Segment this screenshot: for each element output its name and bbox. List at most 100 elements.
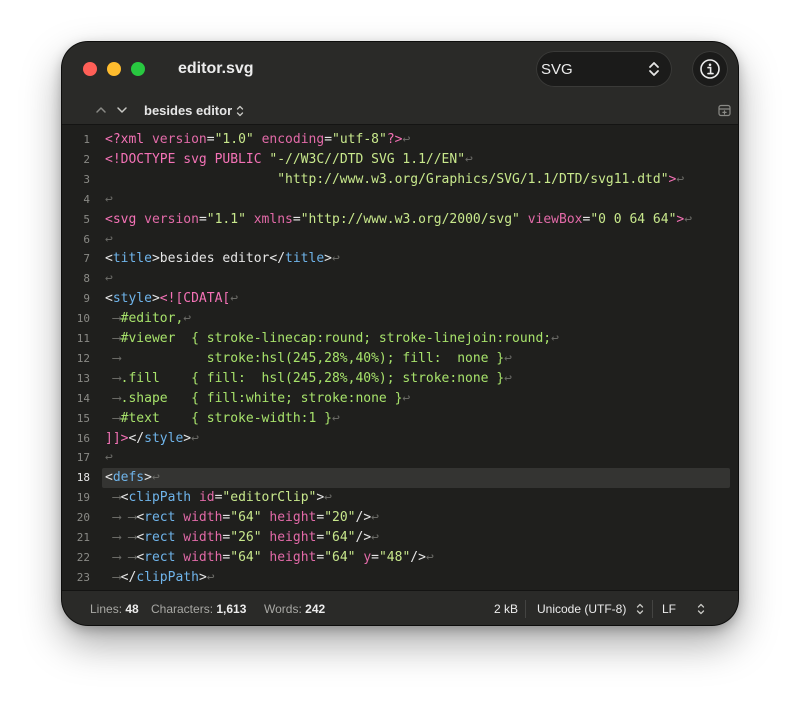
character-count: Characters: 1,613 [151, 602, 247, 616]
code-text: ⟶.shape { fill:white; stroke:none }↩ [105, 391, 410, 406]
code-editor[interactable]: 1 <?xml version="1.0" encoding="utf-8"?>↩… [62, 125, 738, 590]
code-text: ⟶#editor,↩ [105, 311, 191, 326]
code-token: height [269, 530, 317, 545]
code-token: title [112, 251, 152, 267]
code-line[interactable]: 16]]></style>↩ [62, 430, 738, 450]
encoding-select[interactable]: Unicode (UTF-8) [537, 602, 626, 616]
code-token: ↩ [332, 251, 340, 267]
line-number: 9 [83, 292, 90, 306]
split-editor-icon[interactable] [718, 104, 731, 117]
line-count: Lines: 48 [90, 602, 139, 616]
outline-updown-icon[interactable] [236, 104, 244, 118]
code-token: xmlns [253, 211, 293, 227]
syntax-style-select[interactable]: SVG [536, 51, 672, 87]
inspector-button[interactable] [692, 51, 728, 87]
code-line[interactable]: 23 ⟶</clipPath>↩ [62, 569, 738, 589]
line-ending-select[interactable]: LF [662, 602, 676, 616]
code-token: </ [128, 430, 145, 446]
code-token: width [183, 510, 223, 526]
code-token: id [198, 490, 215, 506]
code-token: = [292, 211, 301, 227]
code-line[interactable]: 10 ⟶#editor,↩ [62, 310, 738, 330]
code-token: ⟶ ⟶ [105, 530, 137, 545]
close-window-button[interactable] [83, 62, 97, 76]
code-line[interactable]: 5 <svg version="1.1" xmlns="http://www.w3… [62, 211, 738, 231]
code-text: <!DOCTYPE svg PUBLIC "-//W3C//DTD SVG 1.… [105, 152, 473, 167]
code-text: ⟶ ⟶<rect width="64" height="20"/>↩ [105, 510, 379, 525]
code-token: = [316, 510, 325, 526]
code-line[interactable]: 8 ↩ [62, 270, 738, 290]
line-number: 7 [83, 252, 90, 266]
minimize-window-button[interactable] [107, 62, 121, 76]
code-line[interactable]: 11 ⟶#viewer { stroke-linecap:round; stro… [62, 330, 738, 350]
line-number: 21 [76, 531, 90, 544]
line-number: 13 [76, 371, 90, 385]
code-text: ⟶ stroke:hsl(245,28%,40%); fill: none }↩ [105, 351, 512, 366]
code-token: ⟶ [105, 490, 121, 506]
code-token: "1.1" [206, 211, 246, 227]
code-token: "0 0 64 64" [590, 211, 677, 227]
line-ending-updown-icon[interactable] [697, 602, 705, 616]
next-chevron-icon[interactable] [116, 105, 128, 115]
title-bar: editor.svg SVG [62, 42, 738, 98]
code-token: ⟶ [105, 350, 121, 366]
code-token: ↩ [331, 410, 340, 426]
code-text: <defs>↩ [105, 470, 160, 485]
code-token: ↩ [105, 231, 113, 247]
code-token: rect [144, 510, 176, 526]
code-token: > [198, 569, 207, 585]
code-line[interactable]: 7 <title>besides editor</title>↩ [62, 250, 738, 270]
code-line[interactable]: 1 <?xml version="1.0" encoding="utf-8"?>↩ [62, 131, 738, 151]
code-token: ⟶ [105, 370, 121, 386]
code-line[interactable]: 15 ⟶#text { stroke-width:1 }↩ [62, 410, 738, 430]
current-line-highlight [102, 468, 730, 489]
line-number: 22 [76, 550, 90, 564]
code-token: height [269, 549, 317, 565]
code-token: ⟶ ⟶ [105, 510, 137, 526]
code-line[interactable]: 2 <!DOCTYPE svg PUBLIC "-//W3C//DTD SVG 1… [62, 151, 738, 171]
code-line[interactable]: 21 ⟶ ⟶<rect width="26" height="64"/>↩ [62, 529, 738, 549]
code-token: > [151, 291, 160, 307]
code-token: "1.0" [214, 132, 254, 147]
code-token: ↩ [371, 510, 379, 526]
code-token: <?xml [105, 132, 152, 147]
code-token: < [105, 470, 113, 486]
code-line[interactable]: 19 ⟶<clipPath id="editorClip">↩ [62, 489, 738, 509]
code-token: "64" [324, 530, 356, 545]
code-token: ⟶ [105, 569, 121, 585]
zoom-window-button[interactable] [131, 62, 145, 76]
code-token: "64" [230, 549, 262, 565]
line-number: 5 [83, 212, 90, 226]
code-line[interactable]: 22 ⟶ ⟶<rect width="64" height="64" y="48… [62, 549, 738, 569]
line-number: 1 [83, 133, 90, 146]
line-number: 4 [83, 192, 90, 206]
code-text: ]]></style>↩ [105, 431, 199, 446]
code-token: defs [112, 470, 145, 486]
code-token: = [316, 530, 325, 545]
code-text: ⟶ ⟶<rect width="64" height="64" y="48"/>… [105, 550, 434, 565]
code-token: "http://www.w3.org/Graphics/SVG/1.1/DTD/… [277, 171, 669, 187]
code-line[interactable]: 17 ↩ [62, 449, 738, 469]
code-token: ↩ [105, 271, 113, 287]
encoding-updown-icon[interactable] [636, 602, 644, 616]
code-token: #viewer { stroke-linecap:round; stroke-l… [120, 331, 552, 346]
code-token: "48" [378, 549, 411, 565]
code-line[interactable]: 12 ⟶ stroke:hsl(245,28%,40%); fill: none… [62, 350, 738, 370]
code-token: ↩ [676, 171, 685, 187]
code-line[interactable]: 4 ↩ [62, 191, 738, 211]
code-line[interactable]: 3 "http://www.w3.org/Graphics/SVG/1.1/DT… [62, 171, 738, 191]
code-line[interactable]: 13 ⟶.fill { fill: hsl(245,28%,40%); stro… [62, 370, 738, 390]
code-line[interactable]: 9 <style><![CDATA[↩ [62, 290, 738, 310]
previous-chevron-icon[interactable] [95, 105, 107, 115]
code-token: ↩ [183, 311, 192, 327]
code-line[interactable]: 6 ↩ [62, 231, 738, 251]
outline-navigator[interactable]: besides editor [144, 103, 232, 118]
code-line[interactable]: 18 <defs>↩ [62, 468, 738, 489]
code-text: ⟶.fill { fill: hsl(245,28%,40%); stroke:… [105, 371, 512, 386]
code-line[interactable]: 14 ⟶.shape { fill:white; stroke:none }↩ [62, 390, 738, 410]
code-line[interactable]: 20 ⟶ ⟶<rect width="64" height="20"/>↩ [62, 509, 738, 529]
code-token: ↩ [151, 470, 160, 486]
